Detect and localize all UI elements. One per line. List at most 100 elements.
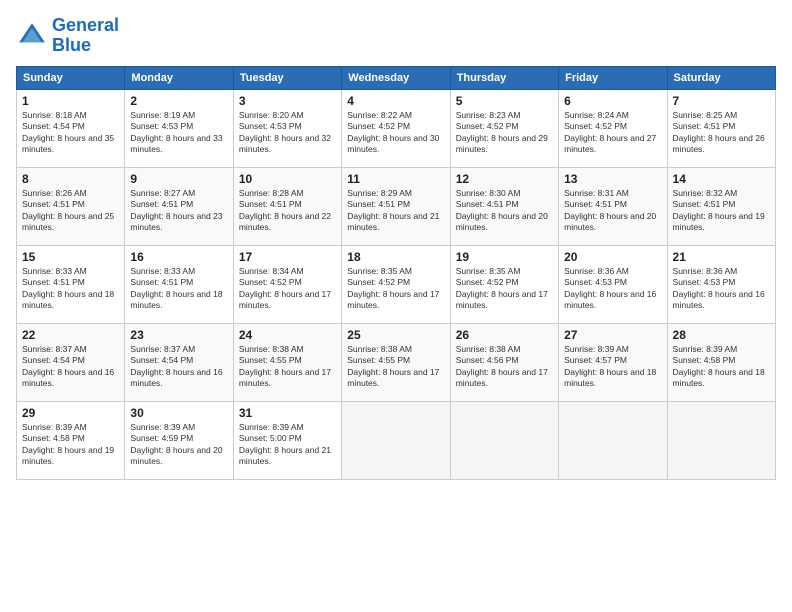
day-number: 29 <box>22 406 119 420</box>
day-number: 10 <box>239 172 336 186</box>
day-number: 14 <box>673 172 770 186</box>
day-number: 20 <box>564 250 661 264</box>
logo-text: General Blue <box>52 16 119 56</box>
day-info: Sunrise: 8:18 AMSunset: 4:54 PMDaylight:… <box>22 110 119 156</box>
day-number: 3 <box>239 94 336 108</box>
day-cell-6: 6 Sunrise: 8:24 AMSunset: 4:52 PMDaylight… <box>559 89 667 167</box>
page: General Blue SundayMondayTuesdayWednesda… <box>0 0 792 612</box>
col-header-monday: Monday <box>125 66 233 89</box>
day-number: 5 <box>456 94 553 108</box>
day-info: Sunrise: 8:39 AMSunset: 4:57 PMDaylight:… <box>564 344 661 390</box>
day-number: 18 <box>347 250 444 264</box>
day-number: 13 <box>564 172 661 186</box>
calendar-week-5: 29 Sunrise: 8:39 AMSunset: 4:58 PMDayligh… <box>17 401 776 479</box>
calendar-body: 1Sunrise: 8:18 AMSunset: 4:54 PMDaylight… <box>17 89 776 479</box>
day-info: Sunrise: 8:39 AMSunset: 4:58 PMDaylight:… <box>22 422 119 468</box>
calendar-week-1: 1Sunrise: 8:18 AMSunset: 4:54 PMDaylight… <box>17 89 776 167</box>
day-cell-11: 11 Sunrise: 8:29 AMSunset: 4:51 PMDayligh… <box>342 167 450 245</box>
day-cell-4: 4 Sunrise: 8:22 AMSunset: 4:52 PMDaylight… <box>342 89 450 167</box>
day-info: Sunrise: 8:37 AMSunset: 4:54 PMDaylight:… <box>22 344 119 390</box>
day-info: Sunrise: 8:24 AMSunset: 4:52 PMDaylight:… <box>564 110 661 156</box>
day-number: 17 <box>239 250 336 264</box>
calendar-table: SundayMondayTuesdayWednesdayThursdayFrid… <box>16 66 776 480</box>
day-info: Sunrise: 8:39 AMSunset: 5:00 PMDaylight:… <box>239 422 336 468</box>
col-header-tuesday: Tuesday <box>233 66 341 89</box>
day-info: Sunrise: 8:34 AMSunset: 4:52 PMDaylight:… <box>239 266 336 312</box>
day-info: Sunrise: 8:35 AMSunset: 4:52 PMDaylight:… <box>347 266 444 312</box>
day-cell-28: 28 Sunrise: 8:39 AMSunset: 4:58 PMDayligh… <box>667 323 775 401</box>
day-info: Sunrise: 8:20 AMSunset: 4:53 PMDaylight:… <box>239 110 336 156</box>
day-number: 19 <box>456 250 553 264</box>
day-number: 6 <box>564 94 661 108</box>
day-info: Sunrise: 8:29 AMSunset: 4:51 PMDaylight:… <box>347 188 444 234</box>
day-number: 23 <box>130 328 227 342</box>
col-header-sunday: Sunday <box>17 66 125 89</box>
day-number: 12 <box>456 172 553 186</box>
day-cell-22: 22Sunrise: 8:37 AMSunset: 4:54 PMDayligh… <box>17 323 125 401</box>
empty-cell <box>342 401 450 479</box>
day-info: Sunrise: 8:19 AMSunset: 4:53 PMDaylight:… <box>130 110 227 156</box>
day-number: 15 <box>22 250 119 264</box>
day-cell-5: 5 Sunrise: 8:23 AMSunset: 4:52 PMDaylight… <box>450 89 558 167</box>
col-header-friday: Friday <box>559 66 667 89</box>
day-cell-19: 19 Sunrise: 8:35 AMSunset: 4:52 PMDayligh… <box>450 245 558 323</box>
day-number: 7 <box>673 94 770 108</box>
day-cell-8: 8 Sunrise: 8:26 AMSunset: 4:51 PMDaylight… <box>17 167 125 245</box>
day-info: Sunrise: 8:39 AMSunset: 4:59 PMDaylight:… <box>130 422 227 468</box>
day-cell-30: 30 Sunrise: 8:39 AMSunset: 4:59 PMDayligh… <box>125 401 233 479</box>
day-number: 8 <box>22 172 119 186</box>
day-cell-14: 14Sunrise: 8:32 AMSunset: 4:51 PMDayligh… <box>667 167 775 245</box>
day-info: Sunrise: 8:27 AMSunset: 4:51 PMDaylight:… <box>130 188 227 234</box>
day-cell-20: 20 Sunrise: 8:36 AMSunset: 4:53 PMDayligh… <box>559 245 667 323</box>
day-cell-24: 24Sunrise: 8:38 AMSunset: 4:55 PMDayligh… <box>233 323 341 401</box>
day-cell-21: 21 Sunrise: 8:36 AMSunset: 4:53 PMDayligh… <box>667 245 775 323</box>
day-cell-12: 12 Sunrise: 8:30 AMSunset: 4:51 PMDayligh… <box>450 167 558 245</box>
day-number: 30 <box>130 406 227 420</box>
day-info: Sunrise: 8:23 AMSunset: 4:52 PMDaylight:… <box>456 110 553 156</box>
day-info: Sunrise: 8:38 AMSunset: 4:56 PMDaylight:… <box>456 344 553 390</box>
day-info: Sunrise: 8:28 AMSunset: 4:51 PMDaylight:… <box>239 188 336 234</box>
day-cell-1: 1Sunrise: 8:18 AMSunset: 4:54 PMDaylight… <box>17 89 125 167</box>
day-number: 2 <box>130 94 227 108</box>
day-info: Sunrise: 8:22 AMSunset: 4:52 PMDaylight:… <box>347 110 444 156</box>
day-cell-7: 7 Sunrise: 8:25 AMSunset: 4:51 PMDaylight… <box>667 89 775 167</box>
day-of-week-row: SundayMondayTuesdayWednesdayThursdayFrid… <box>17 66 776 89</box>
col-header-wednesday: Wednesday <box>342 66 450 89</box>
day-cell-2: 2 Sunrise: 8:19 AMSunset: 4:53 PMDaylight… <box>125 89 233 167</box>
day-cell-13: 13 Sunrise: 8:31 AMSunset: 4:51 PMDayligh… <box>559 167 667 245</box>
empty-cell <box>450 401 558 479</box>
day-info: Sunrise: 8:39 AMSunset: 4:58 PMDaylight:… <box>673 344 770 390</box>
day-cell-3: 3 Sunrise: 8:20 AMSunset: 4:53 PMDaylight… <box>233 89 341 167</box>
day-info: Sunrise: 8:26 AMSunset: 4:51 PMDaylight:… <box>22 188 119 234</box>
day-cell-9: 9 Sunrise: 8:27 AMSunset: 4:51 PMDaylight… <box>125 167 233 245</box>
day-number: 16 <box>130 250 227 264</box>
day-info: Sunrise: 8:36 AMSunset: 4:53 PMDaylight:… <box>673 266 770 312</box>
day-info: Sunrise: 8:35 AMSunset: 4:52 PMDaylight:… <box>456 266 553 312</box>
day-cell-17: 17 Sunrise: 8:34 AMSunset: 4:52 PMDayligh… <box>233 245 341 323</box>
col-header-saturday: Saturday <box>667 66 775 89</box>
day-info: Sunrise: 8:25 AMSunset: 4:51 PMDaylight:… <box>673 110 770 156</box>
day-number: 21 <box>673 250 770 264</box>
day-number: 28 <box>673 328 770 342</box>
day-number: 9 <box>130 172 227 186</box>
day-number: 25 <box>347 328 444 342</box>
day-number: 26 <box>456 328 553 342</box>
day-cell-29: 29 Sunrise: 8:39 AMSunset: 4:58 PMDayligh… <box>17 401 125 479</box>
day-number: 4 <box>347 94 444 108</box>
day-info: Sunrise: 8:31 AMSunset: 4:51 PMDaylight:… <box>564 188 661 234</box>
day-info: Sunrise: 8:37 AMSunset: 4:54 PMDaylight:… <box>130 344 227 390</box>
empty-cell <box>667 401 775 479</box>
day-info: Sunrise: 8:30 AMSunset: 4:51 PMDaylight:… <box>456 188 553 234</box>
logo: General Blue <box>16 16 119 56</box>
day-info: Sunrise: 8:38 AMSunset: 4:55 PMDaylight:… <box>347 344 444 390</box>
day-number: 11 <box>347 172 444 186</box>
day-number: 31 <box>239 406 336 420</box>
day-info: Sunrise: 8:36 AMSunset: 4:53 PMDaylight:… <box>564 266 661 312</box>
day-number: 27 <box>564 328 661 342</box>
day-cell-18: 18 Sunrise: 8:35 AMSunset: 4:52 PMDayligh… <box>342 245 450 323</box>
day-number: 24 <box>239 328 336 342</box>
calendar-week-3: 15Sunrise: 8:33 AMSunset: 4:51 PMDayligh… <box>17 245 776 323</box>
calendar-week-2: 8 Sunrise: 8:26 AMSunset: 4:51 PMDaylight… <box>17 167 776 245</box>
day-cell-26: 26 Sunrise: 8:38 AMSunset: 4:56 PMDayligh… <box>450 323 558 401</box>
day-cell-27: 27 Sunrise: 8:39 AMSunset: 4:57 PMDayligh… <box>559 323 667 401</box>
